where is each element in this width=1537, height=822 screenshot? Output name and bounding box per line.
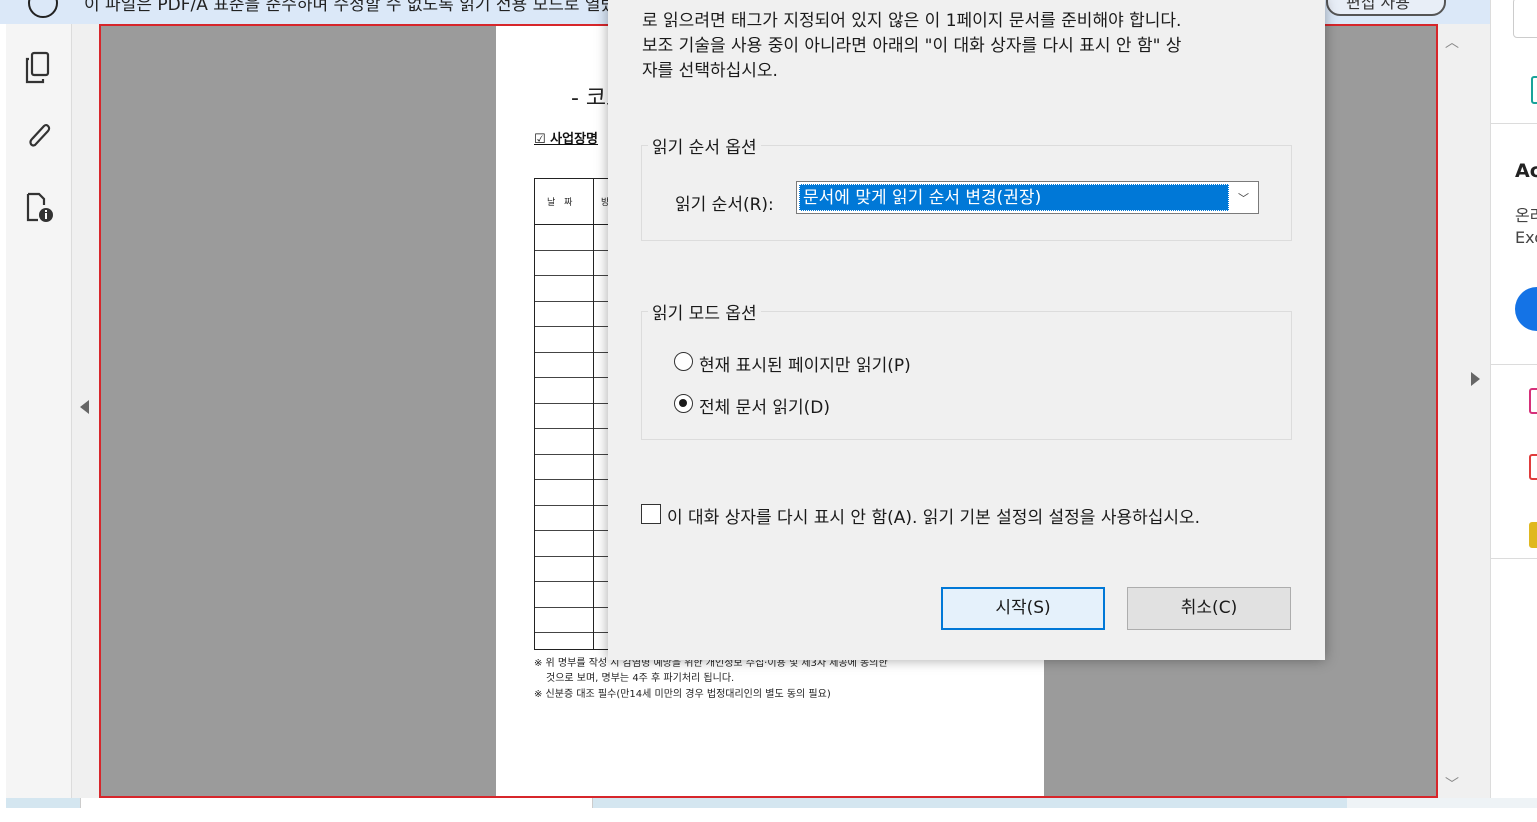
right-panel-title: Acrobat [1515,160,1537,182]
chevron-down-icon: ﹀ [1238,192,1249,205]
read-out-loud-dialog: 로 읽으려면 태그가 지정되어 있지 않은 이 1페이지 문서를 준비해야 합니… [608,0,1325,660]
table-column-divider [593,179,594,649]
reading-order-select[interactable]: 문서에 맞게 읽기 순서 변경(권장) ﹀ [796,181,1259,214]
reading-order-group-title: 읽기 순서 옵션 [648,133,761,158]
dialog-message-line: 보조 기술을 사용 중이 아니라면 아래의 "이 대화 상자를 다시 표시 안 … [642,36,1182,56]
left-tools-rail [6,24,72,798]
table-header-date: 날 짜 [547,198,576,208]
cancel-button[interactable]: 취소(C) [1127,587,1291,630]
attachment-icon[interactable] [22,118,56,154]
tool-icon[interactable] [1531,76,1537,104]
scroll-up-icon[interactable]: ︿ [1445,32,1459,52]
reading-order-selected-value: 문서에 맞게 읽기 순서 변경(권장) [799,184,1229,211]
pages-icon[interactable] [22,50,56,86]
enable-editing-button[interactable]: 편집 사용 [1326,0,1446,16]
comment-icon[interactable] [1529,522,1537,548]
dont-show-again-checkbox[interactable] [641,504,661,524]
divider [1491,364,1537,365]
right-panel-action-button[interactable] [1515,287,1537,331]
export-pdf-icon[interactable] [1529,454,1537,480]
reading-order-label: 읽기 순서(R): [675,195,774,215]
dialog-message-line: 자를 선택하십시오. [642,61,778,81]
expand-right-panel-icon[interactable] [1471,372,1480,386]
right-panel-search-field[interactable] [1513,0,1537,38]
collapse-left-panel-icon[interactable] [80,400,89,414]
bottom-tab[interactable] [80,798,593,808]
dont-show-again-label[interactable]: 이 대화 상자를 다시 표시 안 함(A). 읽기 기본 설정의 설정을 사용하… [667,503,1200,528]
radio-selected-dot [679,399,687,407]
radio-whole-document[interactable] [674,394,693,413]
right-tools-panel: Acrobat 온라인 Excel [1490,0,1537,798]
dialog-message-line: 로 읽으려면 태그가 지정되어 있지 않은 이 1페이지 문서를 준비해야 합니… [642,11,1182,31]
radio-current-page[interactable] [674,352,693,371]
info-icon [28,0,58,18]
document-properties-icon[interactable] [22,188,56,224]
divider [1491,123,1537,124]
radio-whole-document-label[interactable]: 전체 문서 읽기(D) [699,393,830,418]
page-section-heading: ☑ 사업장명 [534,132,599,147]
page-note: 것으로 보며, 명부는 4주 후 파기처리 됩니다. [546,673,735,684]
page-note: ※ 신분증 대조 필수(만14세 미만의 경우 법정대리인의 별도 동의 필요) [534,689,831,700]
banner-text: 이 파일은 PDF/A 표준을 준수하며 수정할 수 없도록 읽기 전용 모드로… [84,0,669,15]
acrobat-window: 이 파일은 PDF/A 표준을 준수하며 수정할 수 없도록 읽기 전용 모드로… [0,0,1537,822]
start-button[interactable]: 시작(S) [941,587,1105,630]
radio-current-page-label[interactable]: 현재 표시된 페이지만 읽기(P) [699,351,911,376]
reading-mode-group-title: 읽기 모드 옵션 [648,299,761,324]
right-panel-text: Excel [1515,228,1537,247]
organize-pages-icon[interactable] [1529,388,1537,414]
bottom-segment [1347,798,1537,808]
scroll-down-icon[interactable]: ﹀ [1445,774,1459,794]
right-panel-text: 온라인 [1515,206,1537,225]
enable-editing-label: 편집 사용 [1346,0,1410,12]
divider [1491,558,1537,559]
